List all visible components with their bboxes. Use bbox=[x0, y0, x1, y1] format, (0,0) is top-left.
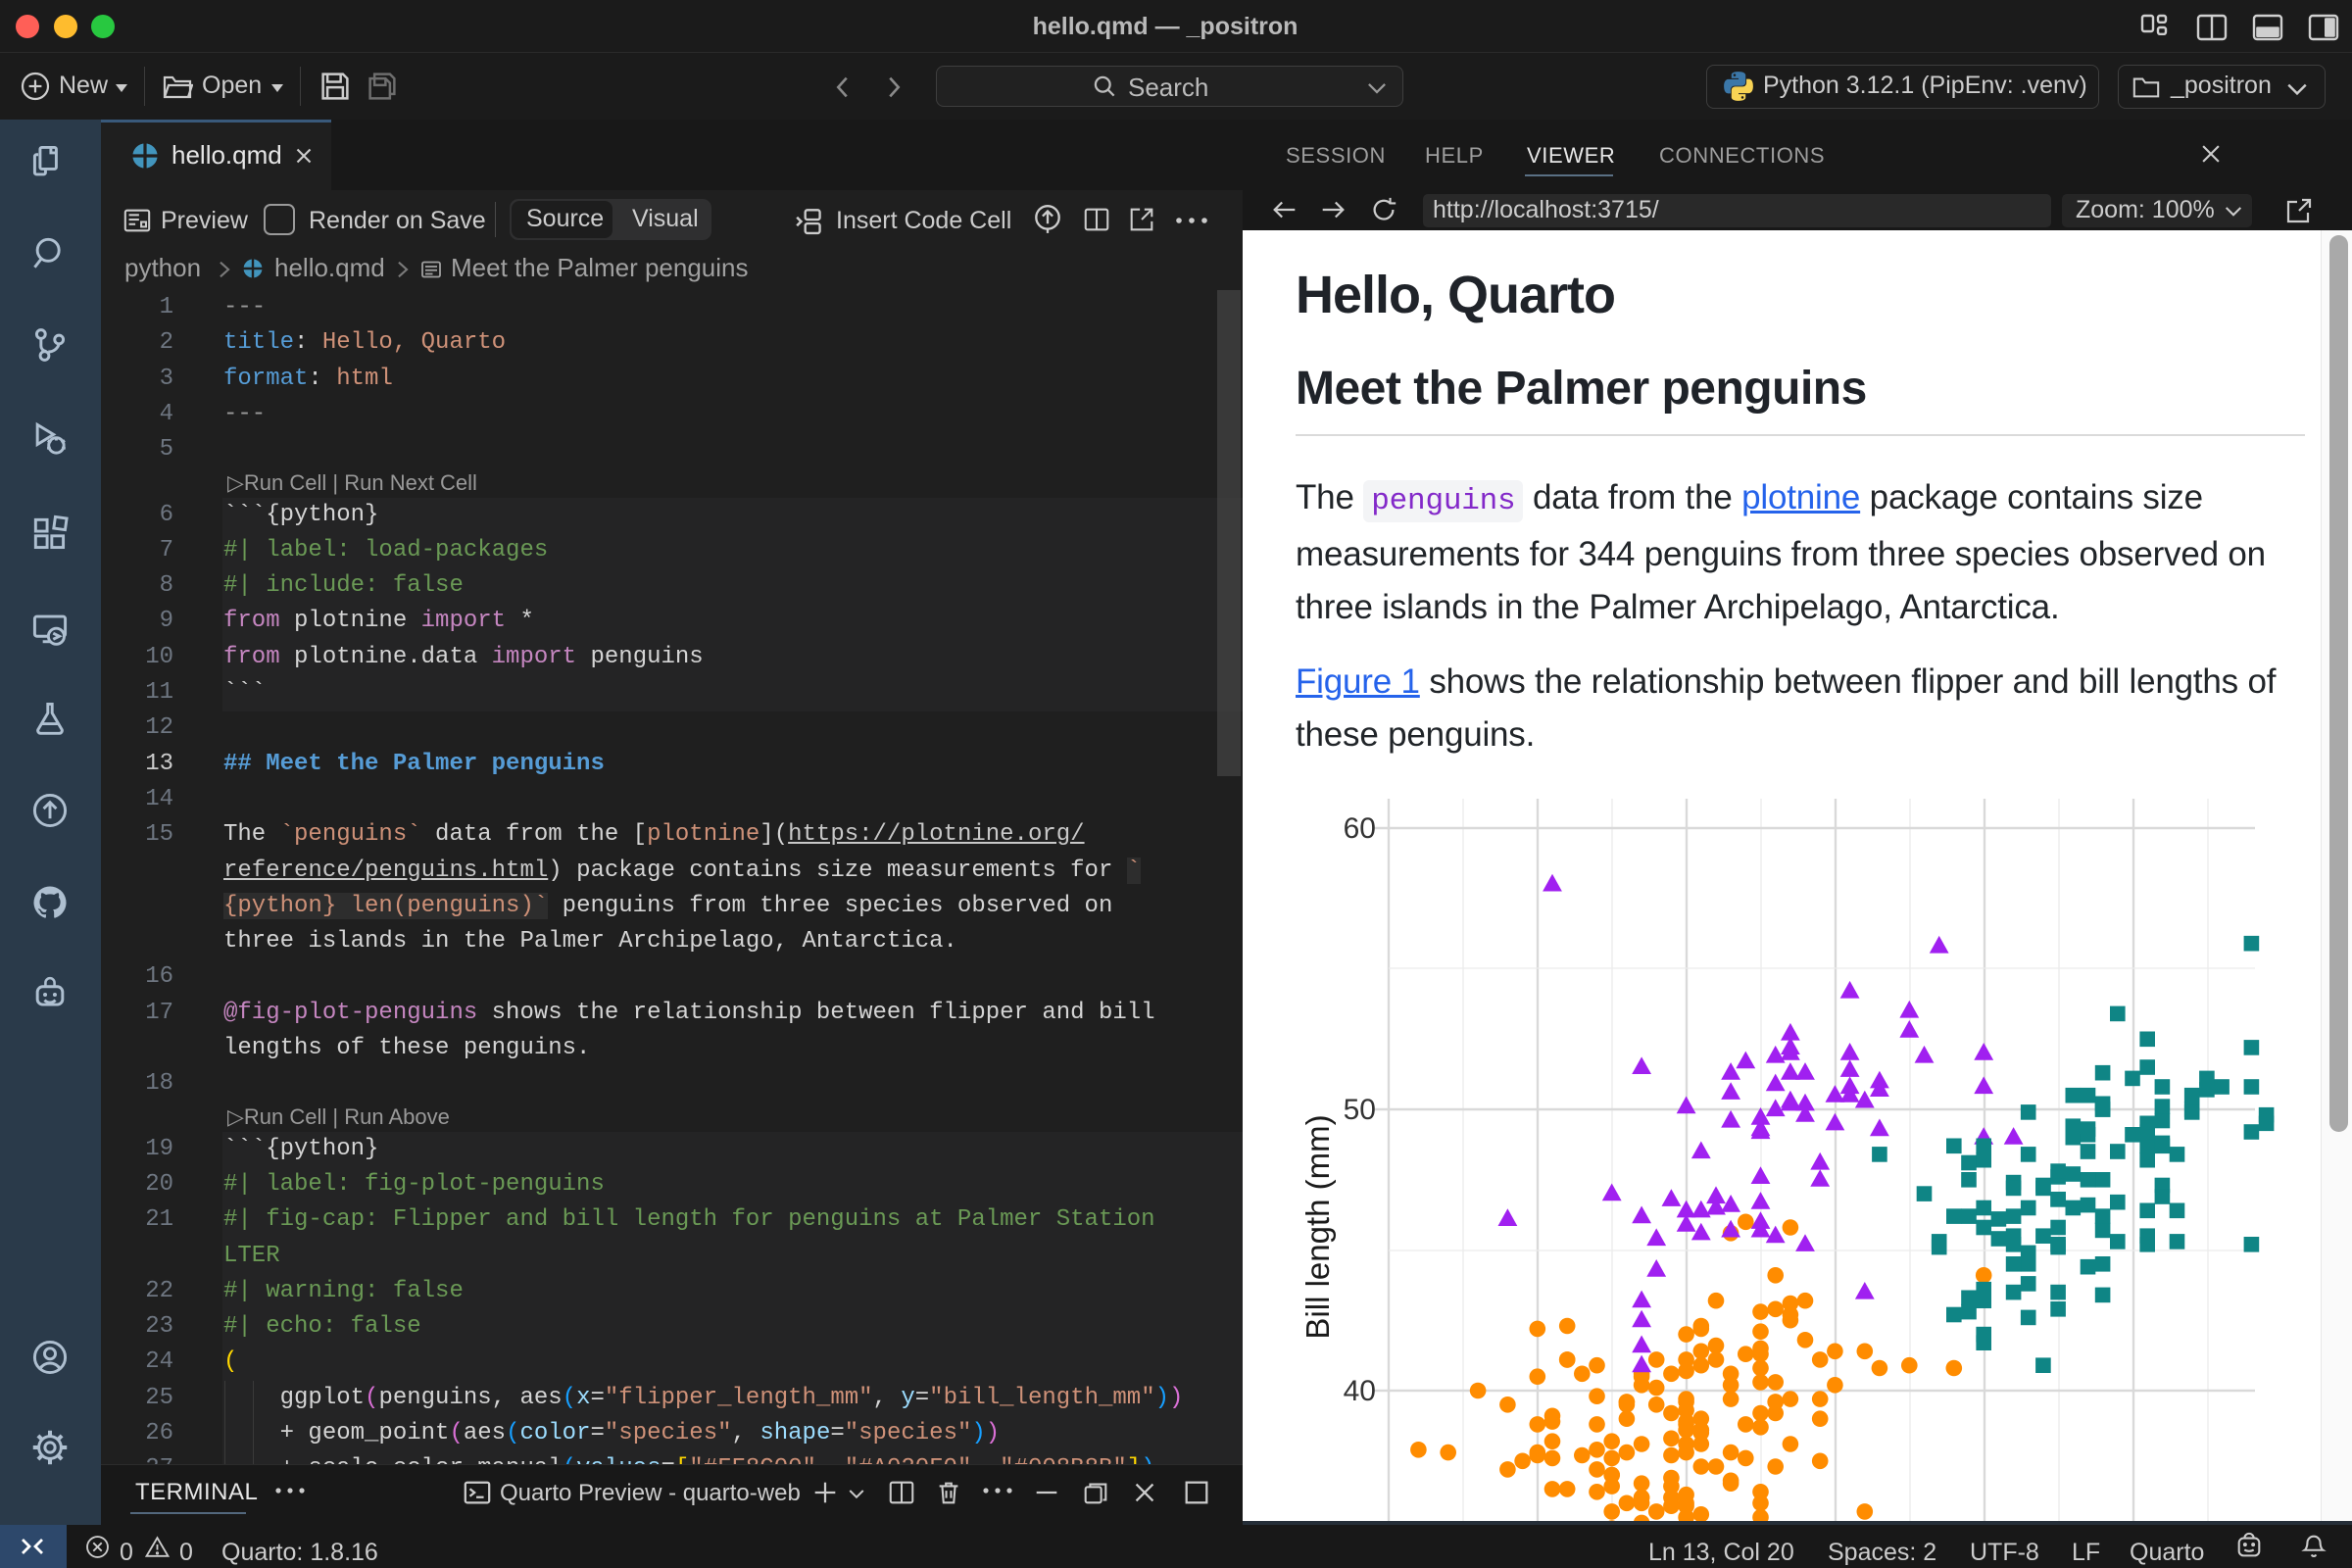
svg-text:Bill length (mm): Bill length (mm) bbox=[1299, 1114, 1336, 1339]
svg-text:40: 40 bbox=[1344, 1375, 1376, 1407]
svg-text:50: 50 bbox=[1344, 1094, 1376, 1126]
svg-text:60: 60 bbox=[1344, 812, 1376, 845]
